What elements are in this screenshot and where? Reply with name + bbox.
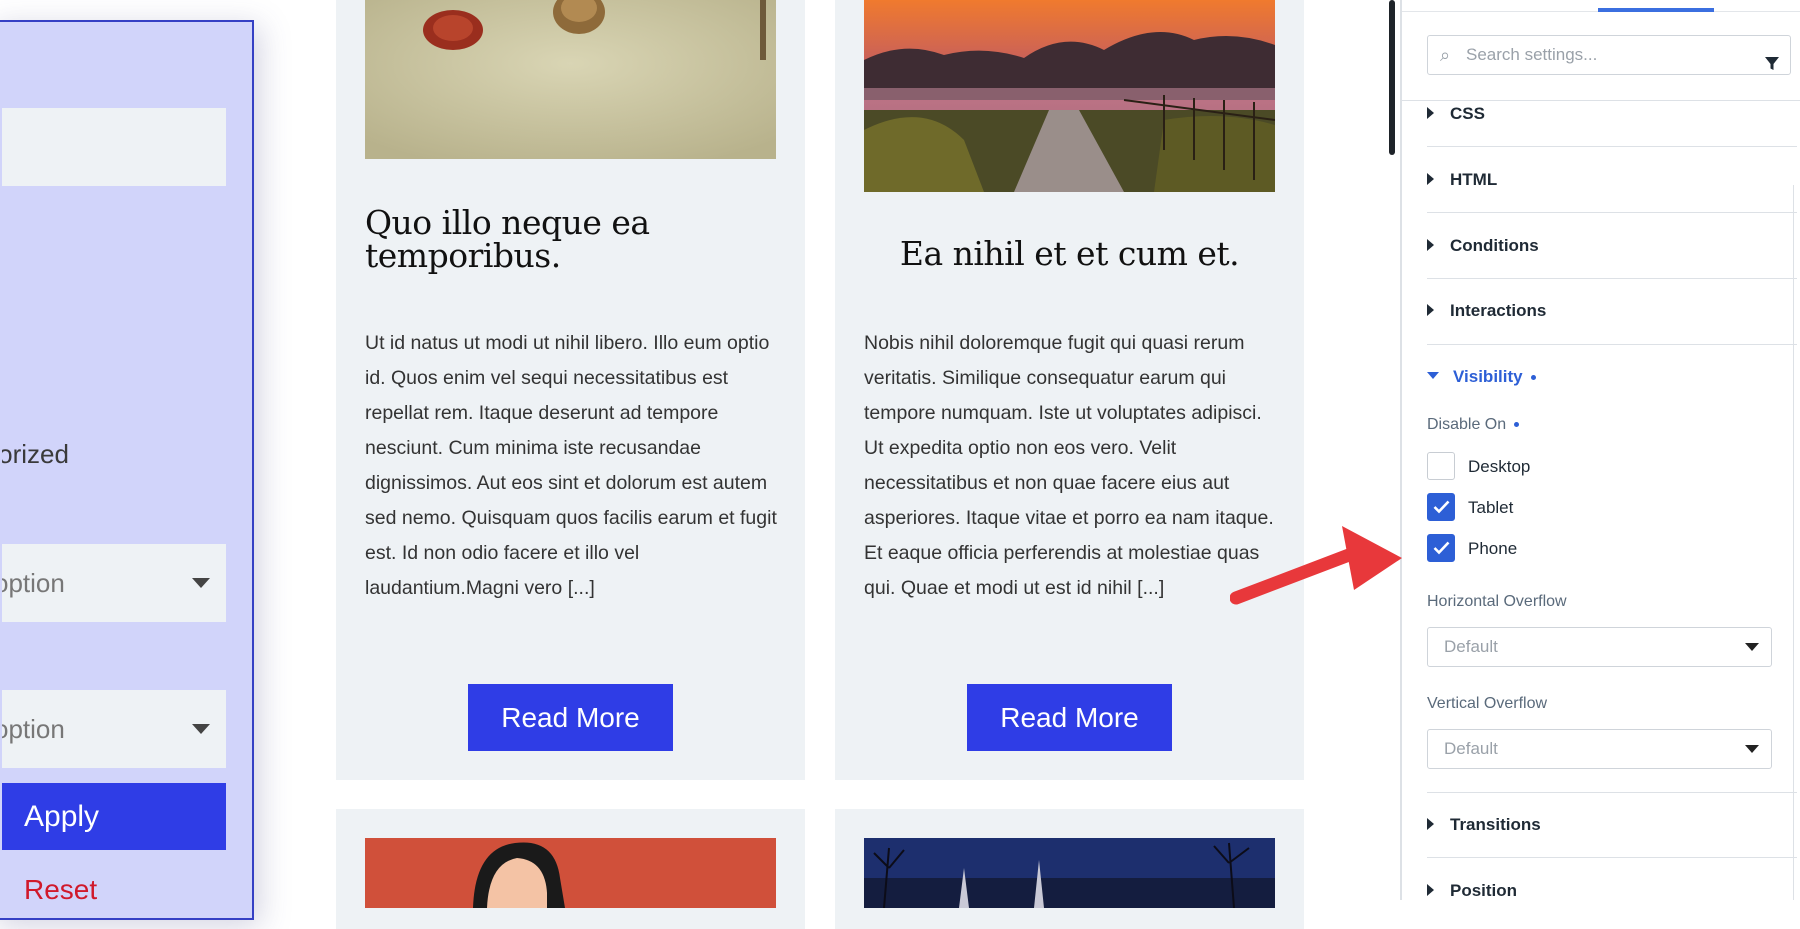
filter-icon[interactable] [1764, 48, 1780, 86]
caret-down-icon [1427, 372, 1439, 380]
post-image[interactable] [365, 838, 776, 908]
section-position[interactable]: Position [1427, 881, 1797, 901]
divider [1427, 857, 1797, 858]
section-interactions[interactable]: Interactions [1427, 301, 1797, 321]
post-title[interactable]: Quo illo neque ea temporibus. [365, 206, 776, 272]
section-css[interactable]: CSS [1427, 104, 1797, 124]
vertical-overflow-select[interactable]: Default [1427, 729, 1772, 769]
filter-select-1[interactable]: option [2, 544, 226, 622]
divider [1427, 344, 1797, 345]
annotation-arrow-icon [1230, 526, 1402, 605]
vertical-overflow-label: Vertical Overflow [1427, 695, 1548, 712]
post-excerpt: Ut id natus ut modi ut nihil libero. Ill… [365, 332, 777, 599]
checkbox-desktop[interactable]: Desktop [1427, 451, 1531, 482]
post-card [835, 809, 1304, 929]
read-more-button[interactable]: Read More [468, 684, 673, 751]
active-tab-indicator [1598, 8, 1714, 12]
section-visibility[interactable]: Visibility [1427, 367, 1797, 387]
post-image[interactable] [365, 0, 776, 159]
caret-right-icon [1427, 883, 1434, 896]
search-icon: ⌕ [1440, 45, 1451, 65]
filter-category-item[interactable]: n [2, 349, 232, 380]
filter-select-2[interactable]: option [2, 690, 226, 768]
section-conditions[interactable]: Conditions [1427, 236, 1797, 256]
filter-panel: n ndi n ur tegorized option option Apply… [0, 20, 254, 920]
caret-right-icon [1427, 238, 1434, 251]
checkbox-desktop-label: Desktop [1468, 457, 1531, 476]
modified-indicator-dot [1530, 375, 1536, 381]
caret-right-icon [1427, 172, 1434, 185]
read-more-button[interactable]: Read More [967, 684, 1172, 751]
chevron-down-icon [1745, 643, 1759, 651]
post-image[interactable] [864, 0, 1275, 192]
filter-category-item[interactable]: tegorized [2, 439, 232, 470]
horizontal-overflow-value: Default [1444, 637, 1498, 656]
divider [1427, 212, 1797, 213]
divider [1402, 100, 1800, 101]
vertical-overflow-value: Default [1444, 739, 1498, 758]
filter-select-1-placeholder: option [2, 568, 65, 598]
horizontal-overflow-select[interactable]: Default [1427, 627, 1772, 667]
post-excerpt: Nobis nihil doloremque fugit qui quasi r… [864, 332, 1274, 599]
checkbox-checked[interactable] [1427, 492, 1455, 521]
settings-search-input[interactable]: ⌕ Search settings... [1427, 35, 1791, 75]
filter-category-item[interactable]: ur [2, 394, 232, 425]
checkbox-phone[interactable]: Phone [1427, 533, 1518, 564]
scrollbar-thumb[interactable] [1389, 0, 1395, 155]
checkbox-tablet-label: Tablet [1468, 498, 1514, 517]
reset-link[interactable]: Reset [24, 874, 97, 906]
modified-indicator-dot [1514, 422, 1520, 428]
panel-edge [1793, 185, 1794, 900]
section-html[interactable]: HTML [1427, 170, 1797, 190]
divider [1427, 792, 1797, 793]
filter-select-2-placeholder: option [2, 714, 65, 744]
chevron-down-icon [192, 724, 210, 734]
post-card: Ea nihil et et cum et. Nobis nihil dolor… [835, 0, 1304, 780]
checkbox-phone-label: Phone [1468, 539, 1518, 558]
caret-right-icon [1427, 303, 1434, 316]
horizontal-overflow-label: Horizontal Overflow [1427, 593, 1567, 610]
apply-button[interactable]: Apply [2, 783, 226, 850]
checkbox-tablet[interactable]: Tablet [1427, 492, 1514, 523]
post-card: Quo illo neque ea temporibus. Ut id natu… [336, 0, 805, 780]
post-title[interactable]: Ea nihil et et cum et. [864, 237, 1275, 270]
filter-search-input[interactable]: n [2, 108, 226, 186]
settings-panel: ⌕ Search settings... CSS HTML Conditions… [1400, 0, 1800, 900]
caret-right-icon [1427, 817, 1434, 830]
filter-category-item[interactable]: ndi [2, 305, 232, 336]
settings-search-placeholder: Search settings... [1466, 45, 1598, 64]
post-card [336, 809, 805, 929]
checkbox-checked[interactable] [1427, 533, 1455, 562]
checkbox-unchecked[interactable] [1427, 451, 1455, 480]
chevron-down-icon [192, 578, 210, 588]
divider [1427, 278, 1797, 279]
post-image[interactable] [864, 838, 1275, 908]
caret-right-icon [1427, 106, 1434, 119]
divider [1427, 146, 1797, 147]
disable-on-label: Disable On [1427, 416, 1520, 434]
chevron-down-icon [1745, 745, 1759, 753]
section-transitions[interactable]: Transitions [1427, 815, 1797, 835]
